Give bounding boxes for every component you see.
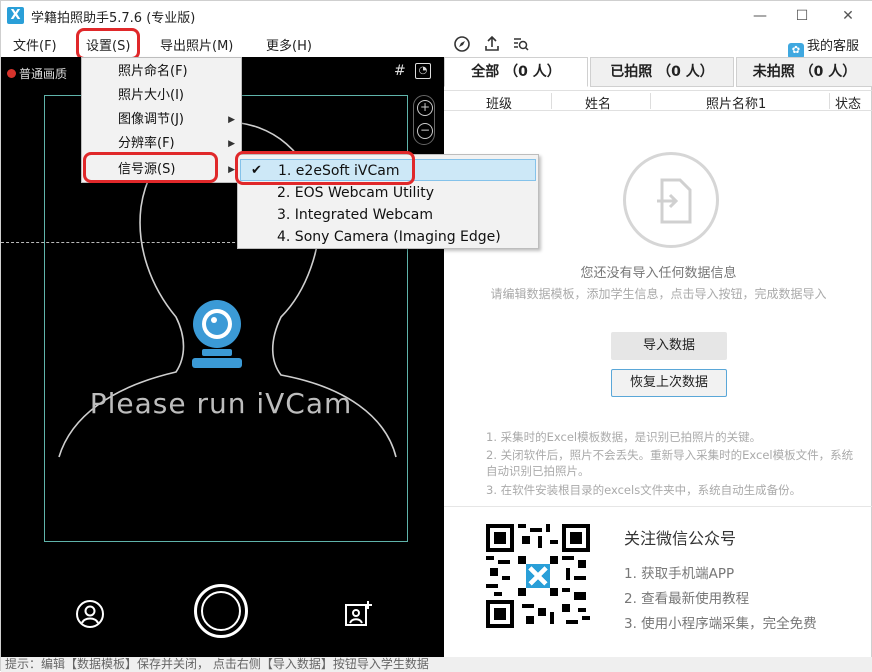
- tab-not-taken[interactable]: 未拍照 （0 人）: [736, 57, 872, 87]
- tab-taken[interactable]: 已拍照 （0 人）: [590, 57, 734, 87]
- customer-service-link[interactable]: ✿ 我的客服: [788, 35, 859, 59]
- import-file-icon: [623, 152, 719, 248]
- tip-3: 3. 在软件安装根目录的excels文件夹中，系统自动生成备份。: [486, 483, 802, 497]
- service-label: 我的客服: [807, 39, 860, 54]
- tab-bar: 全部 （0 人） 已拍照 （0 人） 未拍照 （0 人）: [444, 57, 872, 87]
- app-window: X 学籍拍照助手5.7.6 (专业版) — ☐ ✕ 文件(F) 设置(S) 导出…: [0, 0, 872, 672]
- menu-more[interactable]: 更多(H): [266, 35, 312, 54]
- signal-option-eos[interactable]: 2. EOS Webcam Utility: [240, 182, 536, 204]
- signal-option-sony[interactable]: 4. Sony Camera (Imaging Edge): [240, 226, 536, 248]
- wechat-item-3: 3. 使用小程序端采集，完全免费: [624, 616, 817, 632]
- person-icon[interactable]: [75, 599, 105, 633]
- ivcam-highlight: [235, 151, 415, 185]
- submenu-arrow-icon: ▶: [228, 165, 235, 175]
- signal-option-integrated[interactable]: 3. Integrated Webcam: [240, 204, 536, 226]
- wechat-item-1: 1. 获取手机端APP: [624, 566, 735, 582]
- wechat-title: 关注微信公众号: [624, 529, 737, 548]
- column-name[interactable]: 姓名: [585, 93, 611, 112]
- ivcam-logo-icon: [188, 294, 246, 376]
- restore-data-button[interactable]: 恢复上次数据: [611, 369, 727, 397]
- column-class[interactable]: 班级: [486, 93, 512, 112]
- table-header: 班级 姓名 照片名称1 状态: [444, 90, 872, 112]
- import-data-button[interactable]: 导入数据: [611, 332, 727, 360]
- app-logo-icon: X: [7, 7, 24, 24]
- wechat-item-2: 2. 查看最新使用教程: [624, 591, 750, 607]
- menu-item-image-adjust[interactable]: 图像调节(J) ▶: [82, 108, 241, 132]
- tip-2: 2. 关闭软件后，照片不会丢失。重新导入采集时的Excel模板文件，系统自动识别…: [486, 448, 854, 478]
- menu-export[interactable]: 导出照片(M): [160, 35, 233, 54]
- column-status[interactable]: 状态: [835, 93, 861, 112]
- upload-icon[interactable]: [483, 35, 501, 53]
- settings-highlight: [76, 28, 140, 60]
- divider: [444, 506, 872, 507]
- submenu-arrow-icon: ▶: [228, 139, 235, 149]
- submenu-arrow-icon: ▶: [228, 115, 235, 125]
- menu-file[interactable]: 文件(F): [13, 35, 57, 54]
- camera-message: Please run iVCam: [89, 387, 353, 420]
- signal-source-highlight: [83, 152, 218, 183]
- window-title: 学籍拍照助手5.7.6 (专业版): [31, 11, 196, 26]
- empty-subtitle: 请编辑数据模板，添加学生信息，点击导入按钮，完成数据导入: [490, 287, 827, 301]
- title-bar: X 学籍拍照助手5.7.6 (专业版) — ☐ ✕: [1, 1, 872, 31]
- tab-all[interactable]: 全部 （0 人）: [444, 57, 588, 87]
- menu-item-photo-size[interactable]: 照片大小(I): [82, 84, 241, 108]
- add-photo-icon[interactable]: [344, 599, 374, 633]
- column-photo-name[interactable]: 照片名称1: [706, 93, 766, 112]
- status-bar: 提示：编辑【数据模板】保存并关闭， 点击右侧【导入数据】按钮导入学生数据: [1, 657, 872, 672]
- compass-icon[interactable]: [453, 35, 471, 53]
- empty-title: 您还没有导入任何数据信息: [580, 266, 737, 281]
- list-search-icon[interactable]: [512, 35, 530, 53]
- menu-item-photo-naming[interactable]: 照片命名(F): [82, 60, 241, 84]
- qr-code-image: [486, 524, 590, 628]
- maximize-button[interactable]: ☐: [787, 5, 817, 27]
- tip-1: 1. 采集时的Excel模板数据，是识别已拍照片的关键。: [486, 430, 762, 444]
- shutter-button[interactable]: [194, 584, 248, 638]
- minimize-button[interactable]: —: [745, 5, 775, 27]
- close-button[interactable]: ✕: [833, 5, 863, 27]
